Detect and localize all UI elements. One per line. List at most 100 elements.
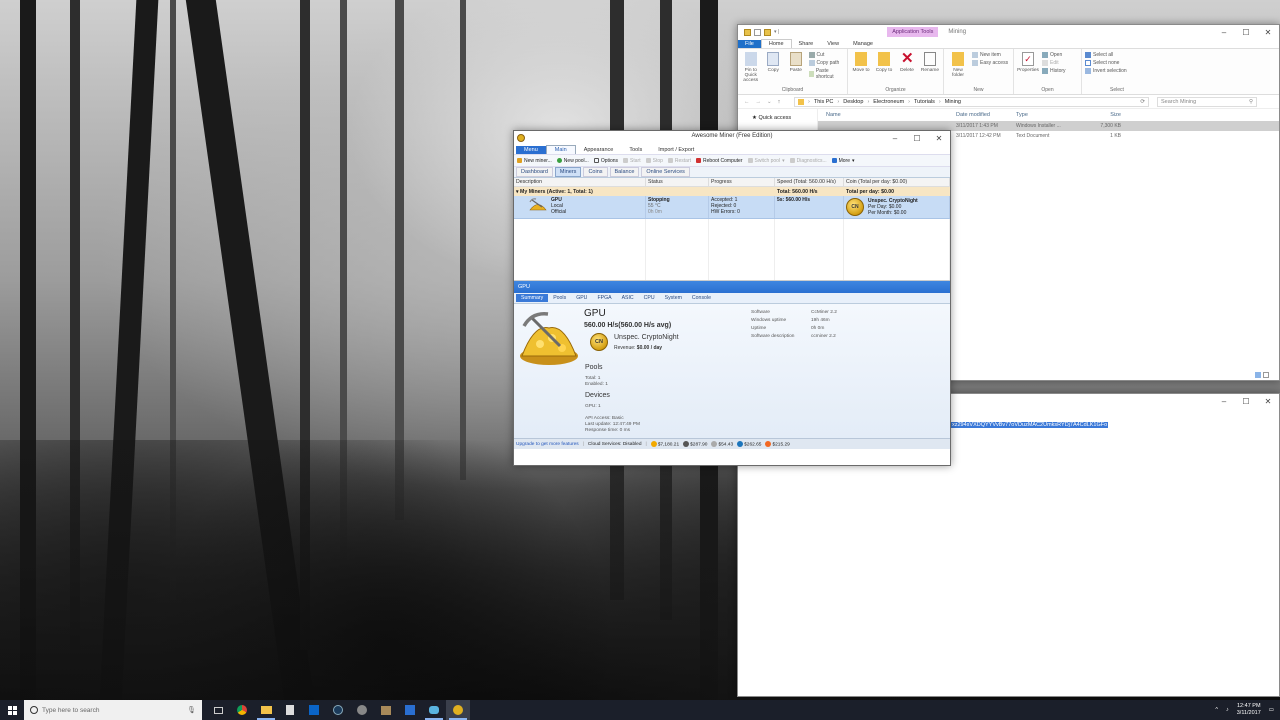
paste-shortcut-button[interactable]: Paste shortcut: [808, 68, 844, 80]
easy-access-button[interactable]: Easy access: [972, 60, 1008, 66]
taskbar-app-vs[interactable]: [398, 700, 422, 720]
close-button[interactable]: ✕: [928, 131, 950, 145]
taskbar-chrome[interactable]: [230, 700, 254, 720]
taskbar-outlook[interactable]: [302, 700, 326, 720]
select-all-button[interactable]: Select all: [1085, 52, 1127, 58]
delete-button[interactable]: ✕ Delete: [897, 51, 917, 86]
breadcrumb-item[interactable]: Tutorials: [914, 99, 935, 105]
tab-miners[interactable]: Miners: [554, 167, 582, 177]
menu-button[interactable]: Menu: [516, 145, 546, 154]
selected-wallet-address[interactable]: xz294sVXDQYYVvBv77oVDuzMAC2UmksRYDj7A4Cd…: [951, 422, 1109, 428]
details-view-icon[interactable]: [1255, 372, 1261, 378]
taskbar-app-bird[interactable]: [422, 700, 446, 720]
taskbar-steam[interactable]: [326, 700, 350, 720]
copy-path-button[interactable]: Copy path: [808, 60, 844, 66]
minimize-button[interactable]: –: [1213, 394, 1235, 408]
cut-button[interactable]: Cut: [808, 52, 844, 58]
column-status[interactable]: Status: [646, 178, 709, 186]
properties-button[interactable]: ✓ Properties: [1017, 52, 1039, 86]
switch-pool-button[interactable]: Switch pool ▾: [747, 158, 785, 164]
properties-icon[interactable]: [754, 28, 761, 36]
taskbar-file-explorer[interactable]: [254, 700, 278, 720]
tab-asic[interactable]: ASIC: [617, 294, 639, 302]
tab-summary[interactable]: Summary: [516, 294, 549, 302]
column-name[interactable]: Name: [826, 112, 956, 118]
refresh-icon[interactable]: ⟳: [1140, 99, 1145, 105]
tab-gpu[interactable]: GPU: [571, 294, 592, 302]
close-button[interactable]: ✕: [1257, 394, 1279, 408]
menu-tools[interactable]: Tools: [621, 146, 650, 154]
search-input[interactable]: Search Mining ⚲: [1157, 96, 1257, 107]
column-progress[interactable]: Progress: [709, 178, 775, 186]
reboot-computer-button[interactable]: Reboot Computer: [696, 158, 743, 164]
column-type[interactable]: Type: [1016, 112, 1081, 118]
back-arrow-icon[interactable]: ←: [744, 99, 750, 105]
new-item-button[interactable]: New item: [972, 52, 1008, 58]
tab-pools[interactable]: Pools: [548, 294, 571, 302]
tab-home[interactable]: Home: [760, 39, 792, 48]
taskbar-app-media[interactable]: [374, 700, 398, 720]
breadcrumb-item[interactable]: Mining: [945, 99, 961, 105]
large-icons-view-icon[interactable]: [1263, 372, 1269, 378]
new-pool-button[interactable]: New pool...: [556, 158, 589, 164]
taskbar-awesome-miner[interactable]: [446, 700, 470, 720]
column-size[interactable]: Size: [1081, 112, 1121, 118]
microphone-icon[interactable]: 🎙: [187, 706, 196, 714]
upgrade-link[interactable]: Upgrade to get more features: [516, 442, 579, 447]
new-folder-button[interactable]: New folder: [947, 52, 969, 86]
maximize-button[interactable]: ☐: [906, 131, 928, 145]
taskbar-app-gear[interactable]: [350, 700, 374, 720]
table-row[interactable]: GPU Local Official Stopping 55 °C 0h 0m …: [514, 196, 950, 219]
diagnostics-button[interactable]: Diagnostics...: [789, 158, 827, 164]
notifications-icon[interactable]: ▭: [1269, 707, 1274, 713]
close-button[interactable]: ✕: [1257, 25, 1279, 39]
stop-button[interactable]: Stop: [645, 158, 663, 164]
select-none-button[interactable]: Select none: [1085, 60, 1127, 66]
maximize-button[interactable]: ☐: [1235, 394, 1257, 408]
tab-balance[interactable]: Balance: [609, 167, 640, 177]
rename-button[interactable]: Rename: [920, 52, 940, 86]
nav-item-quick-access[interactable]: ★ Quick access: [752, 115, 817, 121]
move-to-button[interactable]: Move to: [851, 52, 871, 86]
breadcrumb-item[interactable]: Desktop: [843, 99, 863, 105]
invert-selection-button[interactable]: Invert selection: [1085, 68, 1127, 74]
breadcrumb-item[interactable]: Electroneum: [873, 99, 904, 105]
tab-share[interactable]: Share: [792, 40, 821, 48]
menu-main[interactable]: Main: [545, 145, 576, 154]
paste-button[interactable]: Paste: [786, 52, 806, 86]
column-speed[interactable]: Speed (Total: 560.00 H/s): [775, 178, 844, 186]
edit-button[interactable]: Edit: [1042, 60, 1066, 66]
miner-group-row[interactable]: ▾ My Miners (Active: 1, Total: 1) Total:…: [514, 187, 950, 196]
tab-coins[interactable]: Coins: [583, 167, 608, 177]
tab-dashboard[interactable]: Dashboard: [516, 167, 553, 177]
minimize-button[interactable]: –: [884, 131, 906, 145]
recent-chevron-icon[interactable]: ⌄: [767, 99, 772, 105]
copy-to-button[interactable]: Copy to: [874, 52, 894, 86]
more-button[interactable]: More ▾: [831, 158, 855, 164]
tab-online-services[interactable]: Online Services: [641, 167, 690, 177]
tab-cpu[interactable]: CPU: [639, 294, 660, 302]
menu-import-export[interactable]: Import / Export: [650, 146, 702, 154]
tab-system[interactable]: System: [660, 294, 687, 302]
column-coin[interactable]: Coin (Total per day: $0.00): [844, 178, 950, 186]
tab-manage[interactable]: Manage: [846, 40, 880, 48]
tab-file[interactable]: File: [738, 40, 761, 48]
tab-fpga[interactable]: FPGA: [592, 294, 616, 302]
column-date[interactable]: Date modified: [956, 112, 1016, 118]
breadcrumb-item[interactable]: This PC: [814, 99, 834, 105]
tab-view[interactable]: View: [820, 40, 846, 48]
volume-icon[interactable]: ♪: [1226, 707, 1229, 713]
new-miner-button[interactable]: New miner...: [517, 158, 552, 164]
task-view-button[interactable]: [206, 700, 230, 720]
taskbar-search-input[interactable]: Type here to search 🎙: [24, 700, 202, 720]
start-button[interactable]: Start: [623, 158, 641, 164]
column-description[interactable]: Description: [514, 178, 646, 186]
start-button[interactable]: [0, 700, 24, 720]
qat-dropdown-icon[interactable]: ▾ |: [774, 29, 779, 35]
taskbar-calculator[interactable]: [278, 700, 302, 720]
restart-button[interactable]: Restart: [667, 158, 691, 164]
new-folder-icon[interactable]: [764, 28, 771, 36]
options-button[interactable]: Options: [593, 158, 618, 164]
maximize-button[interactable]: ☐: [1235, 25, 1257, 39]
tab-console[interactable]: Console: [687, 294, 716, 302]
